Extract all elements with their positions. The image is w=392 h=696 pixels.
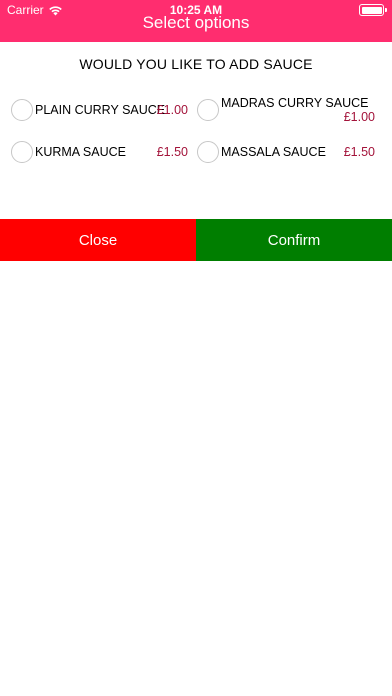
question-heading: WOULD YOU LIKE TO ADD SAUCE xyxy=(79,56,313,72)
page-title: Select options xyxy=(142,13,250,32)
confirm-button[interactable]: Confirm xyxy=(196,219,392,261)
option-massala-sauce[interactable]: MASSALA SAUCE £1.50 xyxy=(197,141,375,169)
close-button[interactable]: Close xyxy=(0,219,196,261)
radio-button[interactable] xyxy=(11,99,33,121)
radio-button[interactable] xyxy=(11,141,33,163)
option-label: PLAIN CURRY SAUCE xyxy=(35,103,166,117)
option-label: MADRAS CURRY SAUCE xyxy=(221,96,369,110)
option-plain-curry-sauce[interactable]: PLAIN CURRY SAUCE £1.00 xyxy=(11,99,188,127)
option-kurma-sauce[interactable]: KURMA SAUCE £1.50 xyxy=(11,141,188,169)
option-label: MASSALA SAUCE xyxy=(221,145,326,159)
option-price: £1.50 xyxy=(156,145,188,159)
option-price: £1.50 xyxy=(343,145,375,159)
header-bar: Carrier 10:25 AM Select options xyxy=(0,0,392,42)
radio-button[interactable] xyxy=(197,99,219,121)
option-price: £1.00 xyxy=(156,103,188,117)
option-label: KURMA SAUCE xyxy=(35,145,126,159)
option-price: £1.00 xyxy=(343,110,375,124)
radio-button[interactable] xyxy=(197,141,219,163)
option-madras-curry-sauce[interactable]: MADRAS CURRY SAUCE £1.00 xyxy=(197,96,375,129)
